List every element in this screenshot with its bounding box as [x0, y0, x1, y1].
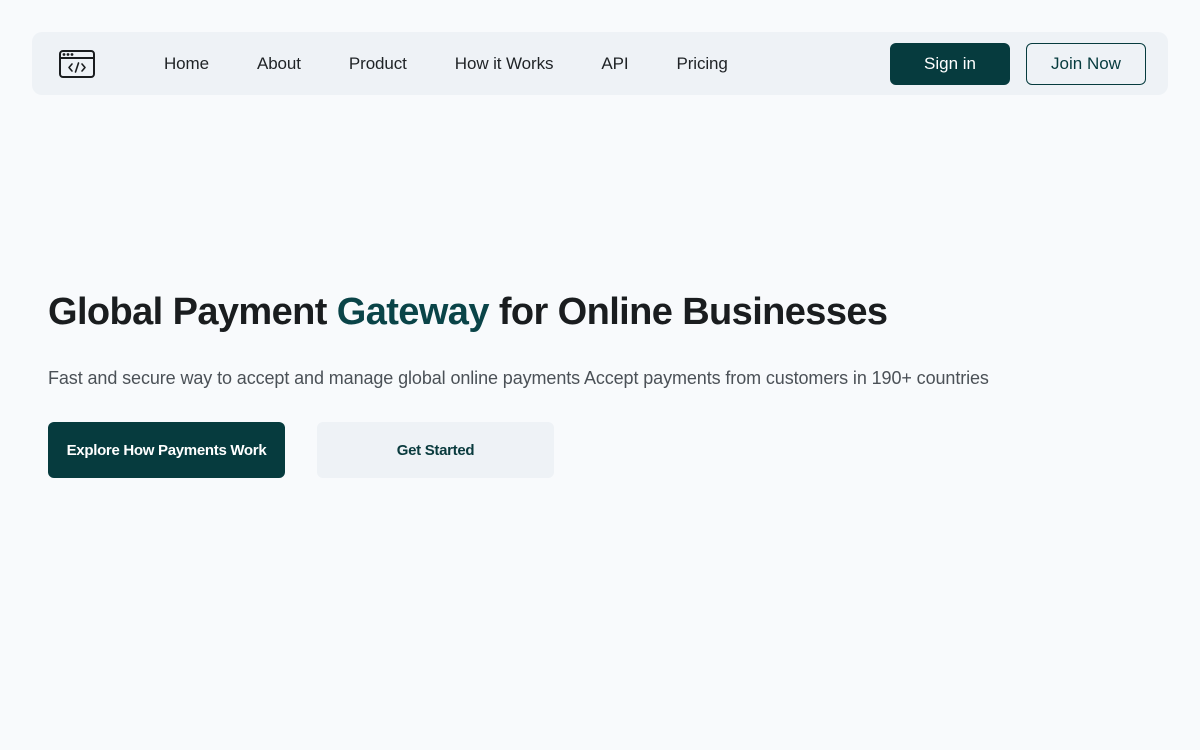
- nav-link-pricing[interactable]: Pricing: [677, 54, 728, 74]
- nav-link-product[interactable]: Product: [349, 54, 407, 74]
- code-window-icon[interactable]: [59, 50, 95, 78]
- hero-section: Global Payment Gateway for Online Busine…: [48, 288, 1148, 478]
- get-started-button[interactable]: Get Started: [317, 422, 554, 478]
- page-title: Global Payment Gateway for Online Busine…: [48, 288, 1148, 336]
- explore-payments-button[interactable]: Explore How Payments Work: [48, 422, 285, 478]
- title-suffix: for Online Businesses: [488, 291, 888, 333]
- hero-actions: Explore How Payments Work Get Started: [48, 422, 1148, 478]
- nav-link-home[interactable]: Home: [164, 54, 209, 74]
- navbar: Home About Product How it Works API Pric…: [32, 32, 1168, 95]
- nav-link-api[interactable]: API: [601, 54, 628, 74]
- join-now-button[interactable]: Join Now: [1026, 43, 1146, 85]
- nav-link-about[interactable]: About: [257, 54, 301, 74]
- hero-subtitle: Fast and secure way to accept and manage…: [48, 368, 989, 388]
- nav-link-how-it-works[interactable]: How it Works: [455, 54, 554, 74]
- sign-in-button[interactable]: Sign in: [890, 43, 1010, 85]
- title-accent: Gateway: [336, 291, 490, 333]
- main-nav: Home About Product How it Works API Pric…: [164, 32, 776, 95]
- title-prefix: Global Payment: [48, 291, 337, 333]
